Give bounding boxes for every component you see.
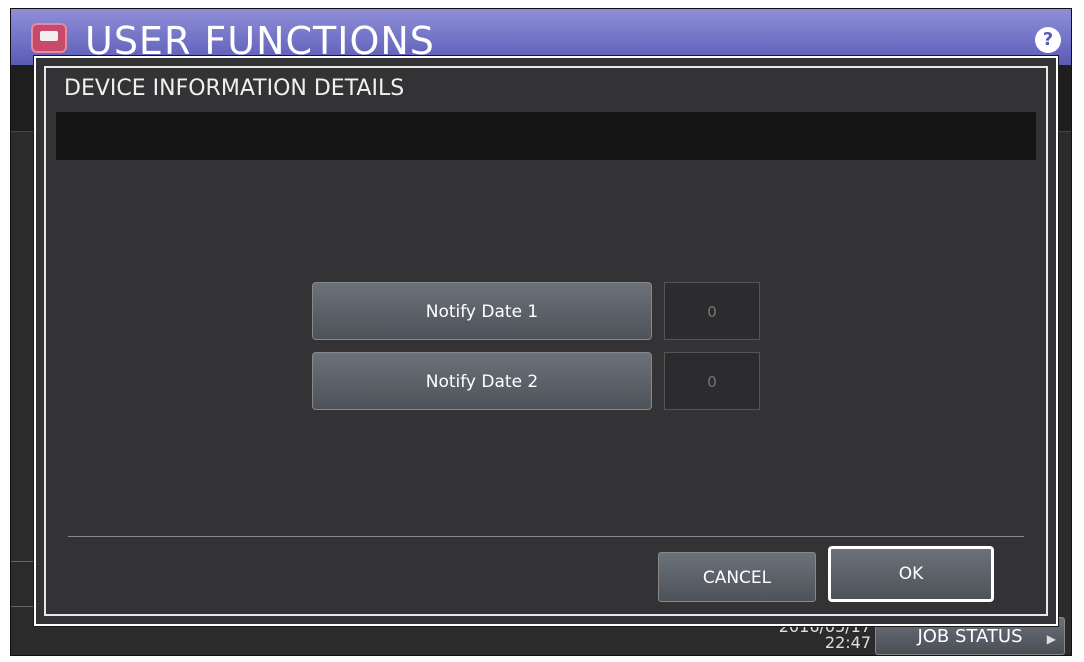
help-icon[interactable]: ? xyxy=(1035,27,1061,53)
user-functions-icon xyxy=(31,23,67,53)
notify-date-1-button[interactable]: Notify Date 1 xyxy=(312,282,652,340)
dialog-divider xyxy=(68,536,1024,537)
time-text: 22:47 xyxy=(824,633,871,652)
cancel-button[interactable]: CANCEL xyxy=(658,552,816,602)
dialog-title: DEVICE INFORMATION DETAILS xyxy=(64,76,405,101)
job-status-label: JOB STATUS xyxy=(917,626,1023,647)
device-information-details-dialog: DEVICE INFORMATION DETAILS Notify Date 1… xyxy=(34,56,1058,626)
ok-button[interactable]: OK xyxy=(828,546,994,602)
dialog-frame: DEVICE INFORMATION DETAILS Notify Date 1… xyxy=(44,66,1048,616)
notify-date-2-value: 0 xyxy=(664,352,760,410)
notify-date-2-button[interactable]: Notify Date 2 xyxy=(312,352,652,410)
dialog-message-bar xyxy=(56,112,1036,160)
notify-date-1-value: 0 xyxy=(664,282,760,340)
